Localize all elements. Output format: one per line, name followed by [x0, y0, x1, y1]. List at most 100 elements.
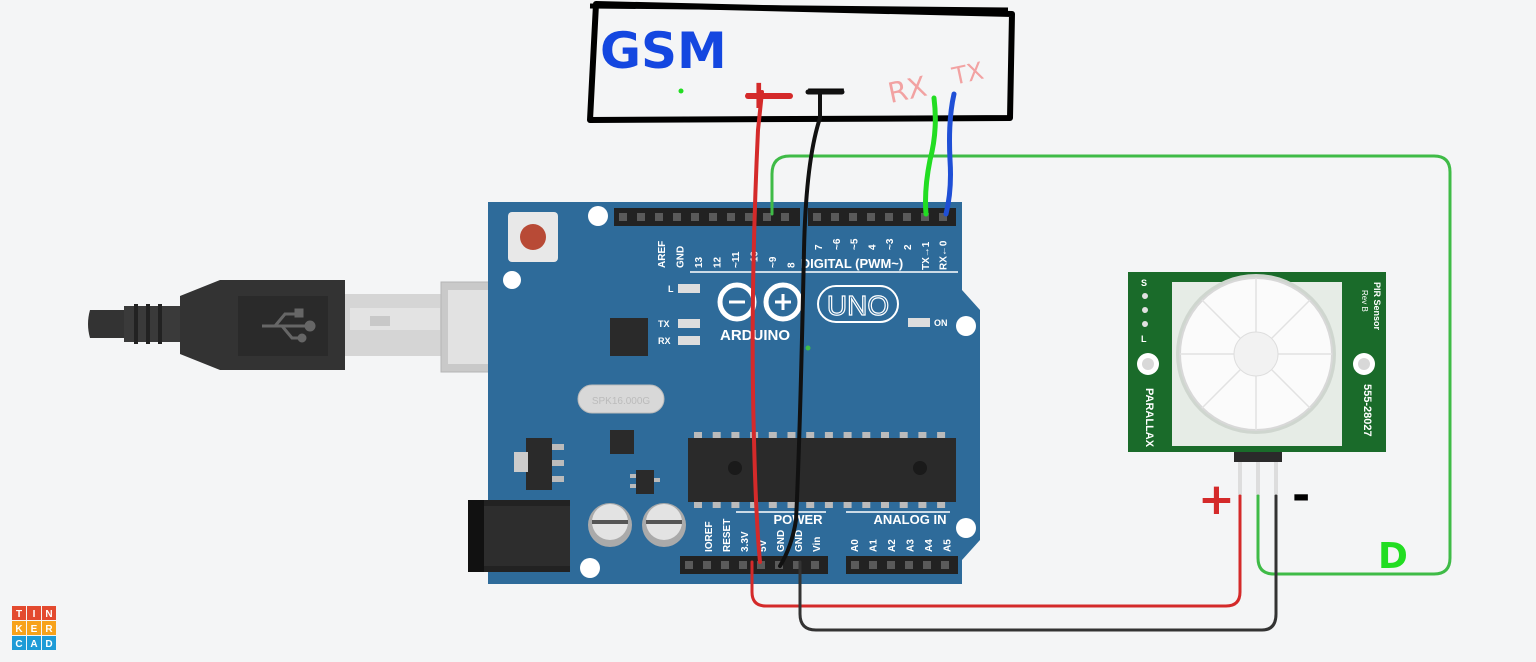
tinkercad-letter: K	[15, 624, 23, 635]
wire-gsm-tx	[943, 91, 957, 217]
header-hole[interactable]	[709, 213, 717, 221]
header-hole[interactable]	[831, 213, 839, 221]
d-label: D	[1378, 536, 1408, 577]
pin-label: 2	[903, 244, 914, 250]
tx-led-label: TX	[658, 319, 670, 329]
header-hole[interactable]	[813, 213, 821, 221]
gsm-module[interactable]: GSM + — RX TX	[587, 1, 1015, 123]
pin-label: GND	[776, 530, 787, 552]
header-hole[interactable]	[745, 213, 753, 221]
pin-label: A4	[924, 539, 935, 552]
header-hole[interactable]	[887, 561, 895, 569]
header-hole[interactable]	[869, 561, 877, 569]
pir-title: PIR Sensor	[1372, 282, 1382, 331]
on-label: ON	[934, 318, 948, 328]
tinkercad-letter: C	[15, 639, 22, 650]
header-hole[interactable]	[727, 213, 735, 221]
reset-button[interactable]	[508, 212, 558, 262]
capacitor	[642, 503, 686, 547]
rx-led	[678, 336, 700, 345]
pin-label: A1	[869, 539, 880, 552]
mount-hole	[503, 271, 521, 289]
mount-hole	[588, 206, 608, 226]
header-hole[interactable]	[703, 561, 711, 569]
pir-maker: PARALLAX	[1143, 388, 1155, 448]
pin-label: A0	[850, 539, 861, 552]
header-hole[interactable]	[739, 561, 747, 569]
pin-label: A5	[943, 539, 954, 552]
tinkercad-letter: I	[33, 609, 36, 620]
pin-label: 3.3V	[740, 531, 751, 552]
digital-header	[614, 208, 956, 226]
pir-minus-label: -	[1292, 470, 1310, 521]
header-hole[interactable]	[905, 561, 913, 569]
pin-label: 12	[713, 256, 724, 268]
capacitor	[588, 503, 632, 547]
arduino-board[interactable]: AREF GND 13 12 ~11 ~10 ~9 87 ~6 ~5 4 ~3 2 TX→1 RX←0 DI…	[468, 202, 980, 584]
pin-label: IOREF	[704, 521, 715, 552]
gsm-tx: TX	[949, 57, 986, 91]
header-hole[interactable]	[781, 213, 789, 221]
header-hole[interactable]	[721, 561, 729, 569]
tinkercad-letter: E	[31, 624, 38, 635]
mount-hole	[580, 558, 600, 578]
header-hole[interactable]	[685, 561, 693, 569]
header-hole[interactable]	[673, 213, 681, 221]
pin-label: ~9	[768, 256, 779, 268]
pin-label: AREF	[657, 241, 668, 268]
pin-label: RX←0	[939, 240, 950, 270]
header-hole[interactable]	[619, 213, 627, 221]
pin-label: TX→1	[921, 241, 932, 270]
pir-sensor[interactable]: S L PARALLAX PIR Sensor Rev B 555-28027	[1128, 272, 1386, 496]
header-hole[interactable]	[867, 213, 875, 221]
header-hole[interactable]	[851, 561, 859, 569]
header-hole[interactable]	[885, 213, 893, 221]
atmega-chip	[688, 432, 956, 508]
gsm-minus: —	[806, 66, 846, 112]
power-label: POWER	[773, 512, 823, 527]
header-hole[interactable]	[763, 213, 771, 221]
pin-label: 13	[694, 256, 705, 268]
l-led-label: L	[668, 284, 674, 294]
circuit-diagram: AREF GND 13 12 ~11 ~10 ~9 87 ~6 ~5 4 ~3 2 TX→1 RX←0 DI…	[12, 1, 1452, 650]
header-hole[interactable]	[637, 213, 645, 221]
pir-l-label: L	[1141, 334, 1147, 344]
pir-part: 555-28027	[1361, 384, 1373, 437]
tinkercad-letter: R	[45, 624, 53, 635]
header-hole[interactable]	[655, 213, 663, 221]
rx-led-label: RX	[658, 336, 671, 346]
mount-hole	[956, 518, 976, 538]
tinkercad-logo: T I N K E R C A D	[12, 606, 56, 650]
pin-label: GND	[676, 246, 687, 268]
pin-label: ~3	[885, 238, 896, 250]
pir-rev: Rev B	[1360, 290, 1369, 312]
tinkercad-letter: T	[16, 609, 22, 620]
mount-hole	[956, 316, 976, 336]
header-hole[interactable]	[941, 561, 949, 569]
barrel-jack	[468, 500, 570, 572]
pin-label: RESET	[722, 519, 733, 552]
pin-label: ~11	[731, 251, 742, 268]
l-led	[678, 284, 700, 293]
pin-label: 8	[787, 262, 798, 268]
usb-chip	[610, 318, 648, 356]
power-header	[680, 556, 828, 574]
analog-header	[846, 556, 958, 574]
tinkercad-letter: D	[45, 639, 52, 650]
header-hole[interactable]	[849, 213, 857, 221]
pin-label: Vin	[812, 537, 823, 552]
model-text: UNO	[827, 290, 889, 321]
header-hole[interactable]	[923, 561, 931, 569]
pin-label: GND	[794, 530, 805, 552]
header-hole[interactable]	[691, 213, 699, 221]
gsm-label: GSM	[600, 22, 727, 80]
header-hole[interactable]	[811, 561, 819, 569]
pin-label: A3	[906, 539, 917, 552]
on-led	[908, 318, 930, 327]
small-chip	[610, 430, 634, 454]
svg-text:SPK16.000G: SPK16.000G	[592, 396, 651, 407]
pir-s-label: S	[1141, 278, 1147, 288]
pir-plus-label: +	[1198, 474, 1235, 525]
header-hole[interactable]	[903, 213, 911, 221]
pin-label: ~5	[850, 238, 861, 250]
